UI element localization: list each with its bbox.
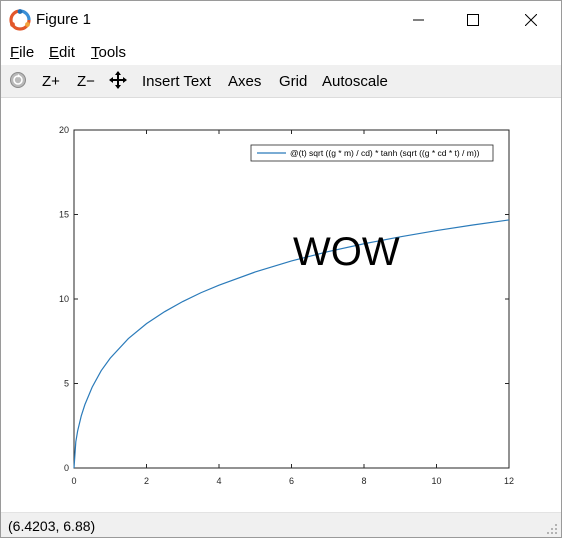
menu-tools-mnemonic: T (91, 44, 99, 61)
menu-file[interactable]: File (10, 44, 34, 61)
y-tick-label: 20 (59, 125, 69, 135)
axes-box (73, 129, 510, 469)
x-tick-label: 10 (431, 476, 441, 486)
menu-edit-label: dit (59, 44, 75, 61)
legend-label: @(t) sqrt ((g * m) / cd) * tanh (sqrt ((… (290, 148, 480, 158)
x-tick-label: 4 (216, 476, 221, 486)
insert-text-button[interactable]: Insert Text (142, 73, 211, 90)
menu-file-mnemonic: F (10, 44, 20, 61)
status-bar: (6.4203, 6.88) (1, 512, 561, 537)
line-chart: 0 2 4 6 8 10 12 0 5 10 15 20 @(t) sqrt ((g * m) / … (59, 125, 514, 486)
figure-toolbar: Z+ Z− Insert Text Axes Grid Autoscale (1, 65, 561, 98)
menu-edit[interactable]: Edit (49, 44, 75, 61)
menu-edit-mnemonic: E (49, 44, 60, 61)
legend: @(t) sqrt ((g * m) / cd) * tanh (sqrt ((… (250, 144, 494, 162)
octave-app-icon (9, 9, 31, 31)
maximize-icon (467, 14, 479, 26)
zoom-in-button[interactable]: Z+ (42, 73, 60, 90)
series-line (73, 219, 510, 469)
window-title: Figure 1 (36, 11, 92, 28)
x-axis: 0 2 4 6 8 10 12 (71, 130, 514, 486)
maximize-button[interactable] (450, 1, 496, 39)
menu-file-label: ile (19, 44, 35, 61)
menu-tools[interactable]: Tools (91, 44, 126, 61)
menu-tools-label: ools (98, 44, 127, 61)
grid-button[interactable]: Grid (279, 73, 307, 90)
close-button[interactable] (508, 1, 554, 39)
y-tick-label: 5 (64, 379, 69, 389)
annotation-text: WOW (293, 230, 400, 274)
figure-canvas[interactable]: 0 2 4 6 8 10 12 0 5 10 15 20 @(t) sqrt ((g * m) / … (1, 98, 561, 512)
minimize-button[interactable] (396, 1, 442, 39)
autoscale-button[interactable]: Autoscale (322, 73, 388, 90)
title-bar[interactable]: Figure 1 (1, 1, 561, 39)
x-tick-label: 2 (144, 476, 149, 486)
pan-icon[interactable] (109, 71, 127, 89)
x-tick-label: 12 (504, 476, 514, 486)
y-tick-label: 15 (59, 210, 69, 220)
axes-button[interactable]: Axes (228, 73, 261, 90)
y-tick-label: 10 (59, 294, 69, 304)
y-axis: 0 5 10 15 20 (59, 125, 509, 473)
menu-bar: File Edit Tools (1, 39, 561, 65)
resize-grip-icon[interactable] (546, 523, 558, 535)
x-tick-label: 6 (289, 476, 294, 486)
zoom-out-button[interactable]: Z− (77, 73, 95, 90)
figure-window: Figure 1 File Edit Tools Z+ Z− Insert Te… (0, 0, 562, 538)
rotate-icon[interactable] (9, 71, 27, 89)
cursor-coordinates: (6.4203, 6.88) (8, 518, 96, 534)
close-icon (525, 14, 537, 26)
minimize-icon (413, 19, 424, 21)
y-tick-label: 0 (64, 463, 69, 473)
x-tick-label: 0 (71, 476, 76, 486)
x-tick-label: 8 (361, 476, 366, 486)
